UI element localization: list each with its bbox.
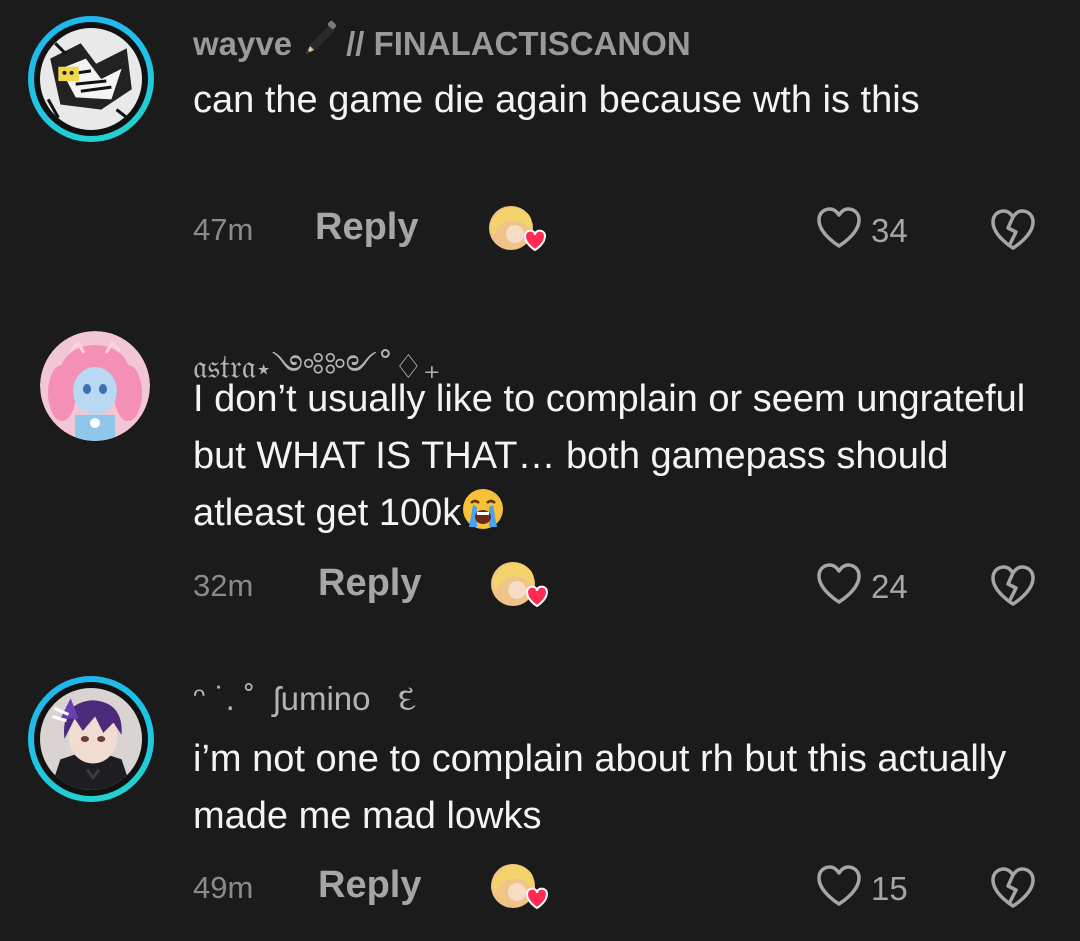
creator-liked-badge-icon — [487, 860, 549, 916]
comments-page: wayve // FINALACTISCANON can the game di… — [0, 0, 1080, 941]
avatar-image — [40, 688, 142, 790]
username-text: wayve — [193, 25, 293, 62]
avatar[interactable] — [28, 16, 154, 142]
username-text: ᵔ ˙. ˚ ʃumino દ — [193, 680, 417, 717]
username[interactable]: wayve // FINALACTISCANON — [193, 20, 691, 68]
comment-time: 49m — [193, 870, 254, 905]
heart-outline-icon — [815, 562, 863, 611]
heart-outline-icon — [815, 206, 863, 255]
comment-text-content: I don’t usually like to complain or seem… — [193, 378, 1026, 534]
loudly-crying-face-emoji-icon — [461, 487, 505, 548]
creator-liked-badge-icon — [485, 202, 547, 258]
reply-button[interactable]: Reply — [318, 864, 421, 907]
like-count: 34 — [871, 211, 908, 249]
creator-liked-badge-icon — [487, 558, 549, 614]
avatar[interactable] — [28, 676, 154, 802]
comment-actions: 47m Reply 34 — [193, 202, 1053, 262]
reply-button[interactable]: Reply — [318, 562, 421, 605]
reply-button[interactable]: Reply — [315, 206, 418, 249]
broken-heart-icon[interactable] — [988, 866, 1038, 915]
avatar-image — [40, 28, 142, 130]
broken-heart-icon[interactable] — [988, 564, 1038, 613]
comment-time: 32m — [193, 568, 254, 603]
like-count: 15 — [871, 869, 908, 907]
comment-actions: 32m Reply 24 — [193, 558, 1053, 618]
like-button[interactable]: 24 — [815, 562, 908, 611]
comment-time: 47m — [193, 212, 254, 247]
avatar-image — [40, 331, 150, 441]
like-button[interactable]: 15 — [815, 864, 908, 913]
like-button[interactable]: 34 — [815, 206, 908, 255]
pencil-emoji-icon — [300, 20, 340, 68]
comment-actions: 49m Reply 15 — [193, 860, 1053, 920]
username-suffix: // FINALACTISCANON — [346, 25, 691, 62]
comment-text: I don’t usually like to complain or seem… — [193, 371, 1053, 548]
broken-heart-icon[interactable] — [988, 208, 1038, 257]
comment-text: i’m not one to complain about rh but thi… — [193, 738, 1007, 837]
username[interactable]: ᵔ ˙. ˚ ʃumino દ — [193, 680, 416, 719]
avatar[interactable] — [40, 331, 150, 441]
like-count: 24 — [871, 567, 908, 605]
heart-outline-icon — [815, 864, 863, 913]
comment-text: can the game die again because wth is th… — [193, 79, 920, 121]
